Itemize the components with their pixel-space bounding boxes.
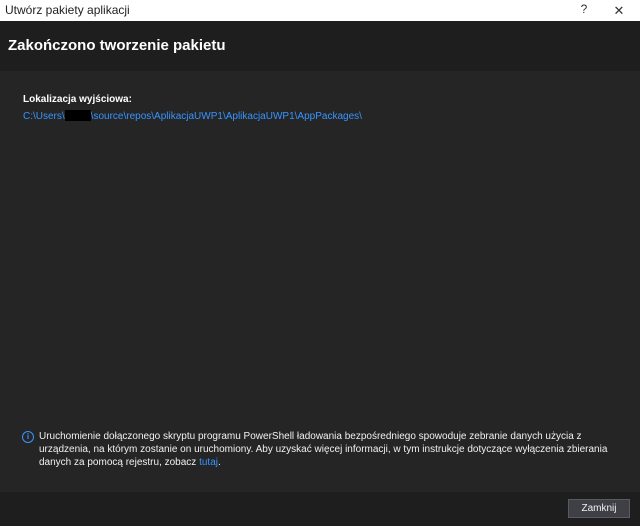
redacted-username bbox=[64, 110, 91, 121]
output-path-prefix[interactable]: C:\Users\ bbox=[23, 111, 65, 122]
output-location-label: Lokalizacja wyjściowa: bbox=[23, 94, 132, 105]
output-path-suffix[interactable]: \source\repos\AplikacjaUWP1\AplikacjaUWP… bbox=[91, 111, 362, 122]
close-button[interactable]: Zamknij bbox=[568, 499, 630, 518]
window-titlebar: Utwórz pakiety aplikacji ? ✕ bbox=[0, 0, 640, 21]
info-icon: i bbox=[22, 431, 34, 443]
page-title: Zakończono tworzenie pakietu bbox=[8, 37, 226, 54]
info-text: Uruchomienie dołączonego skryptu program… bbox=[39, 430, 632, 469]
dialog-header: Zakończono tworzenie pakietu bbox=[0, 21, 640, 71]
dialog-footer: Zamknij bbox=[0, 492, 640, 526]
info-suffix: . bbox=[218, 457, 221, 468]
info-message: Uruchomienie dołączonego skryptu program… bbox=[39, 431, 608, 468]
help-icon[interactable]: ? bbox=[577, 2, 591, 16]
dialog-content: Lokalizacja wyjściowa: C:\Users\ \source\… bbox=[0, 71, 640, 492]
output-location-link[interactable]: C:\Users\ \source\repos\AplikacjaUWP1\Apl… bbox=[23, 110, 362, 122]
close-window-icon[interactable]: ✕ bbox=[598, 0, 640, 21]
more-info-link[interactable]: tutaj bbox=[199, 457, 218, 468]
window-title: Utwórz pakiety aplikacji bbox=[5, 3, 130, 17]
